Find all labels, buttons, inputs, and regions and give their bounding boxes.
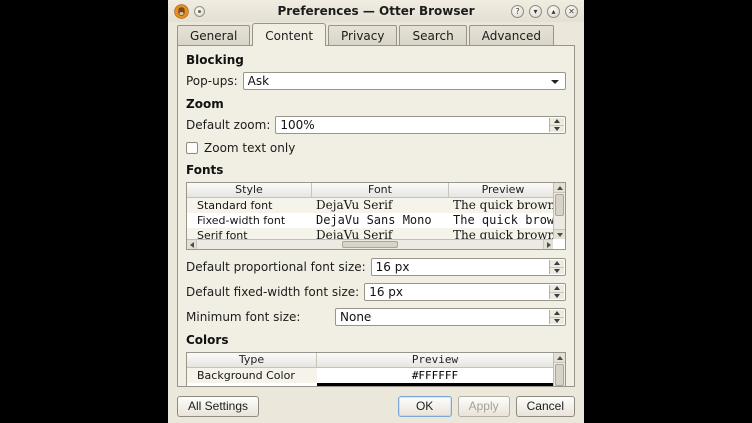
spinner-buttons[interactable] — [549, 310, 564, 324]
vscroll-thumb[interactable] — [555, 364, 564, 386]
default-zoom-spinner[interactable]: 100% — [275, 116, 566, 134]
spinner-buttons[interactable] — [549, 260, 564, 274]
spin-up-icon[interactable] — [554, 286, 560, 290]
hscroll-thumb[interactable] — [342, 241, 398, 248]
color-type-cell: Text Color — [187, 383, 317, 387]
color-preview-cell: #000000 — [317, 383, 553, 387]
cancel-button[interactable]: Cancel — [516, 396, 575, 417]
table-row[interactable]: Text Color #000000 — [187, 383, 553, 387]
font-name-cell: DejaVu Serif — [312, 198, 449, 213]
shade-icon[interactable]: ▾ — [529, 5, 542, 18]
fixed-width-size-value: 16 px — [369, 285, 403, 299]
spin-down-icon[interactable] — [554, 319, 560, 323]
spin-down-icon[interactable] — [554, 269, 560, 273]
titlebar-left — [174, 4, 264, 19]
font-preview-cell: The quick brown fo — [449, 198, 553, 213]
spinner-buttons[interactable] — [549, 285, 564, 299]
tab-privacy[interactable]: Privacy — [328, 25, 397, 45]
fonts-table-vscrollbar[interactable] — [553, 183, 565, 239]
spin-up-icon[interactable] — [554, 261, 560, 265]
window-title: Preferences — Otter Browser — [264, 4, 488, 18]
fonts-col-style[interactable]: Style — [187, 183, 312, 197]
table-row[interactable]: Fixed-width font DejaVu Sans Mono The qu… — [187, 213, 553, 228]
scroll-right-icon[interactable] — [547, 242, 551, 248]
scroll-left-icon[interactable] — [190, 242, 194, 248]
popups-select[interactable]: Ask — [243, 72, 566, 90]
chevron-down-icon — [551, 80, 559, 84]
minimum-size-spinner[interactable]: None — [335, 308, 566, 326]
colors-table-vscrollbar[interactable] — [553, 353, 565, 387]
font-style-cell: Serif font — [187, 228, 312, 239]
fonts-table[interactable]: Style Font Preview Standard font DejaVu … — [186, 182, 566, 250]
font-name-cell: DejaVu Sans Mono — [312, 213, 449, 228]
table-row[interactable]: Background Color #FFFFFF — [187, 368, 553, 383]
table-row[interactable]: Serif font DejaVu Serif The quick brown … — [187, 228, 553, 239]
colors-table-view: Type Preview Background Color #FFFFFF Te… — [187, 353, 553, 387]
zoom-heading: Zoom — [186, 97, 566, 111]
blocking-heading: Blocking — [186, 53, 566, 67]
dialog-footer: All Settings OK Apply Cancel — [168, 387, 584, 423]
fonts-col-preview[interactable]: Preview — [449, 183, 553, 197]
tab-advanced[interactable]: Advanced — [469, 25, 554, 45]
fonts-table-view: Style Font Preview Standard font DejaVu … — [187, 183, 553, 239]
vscroll-thumb[interactable] — [555, 194, 564, 216]
color-preview-cell: #FFFFFF — [317, 368, 553, 383]
zoom-text-only-label: Zoom text only — [204, 141, 295, 155]
popups-value: Ask — [248, 74, 269, 88]
tab-general[interactable]: General — [177, 25, 250, 45]
tab-search[interactable]: Search — [399, 25, 466, 45]
minimum-size-label: Minimum font size: — [186, 310, 330, 324]
font-style-cell: Standard font — [187, 198, 312, 213]
font-style-cell: Fixed-width font — [187, 213, 312, 228]
font-name-cell: DejaVu Serif — [312, 228, 449, 239]
preferences-dialog: Preferences — Otter Browser ? ▾ ▴ ✕ Gene… — [168, 0, 584, 423]
ok-button[interactable]: OK — [398, 396, 452, 417]
fonts-col-font[interactable]: Font — [312, 183, 449, 197]
tab-content[interactable]: Content — [252, 23, 326, 46]
window-menu-button[interactable] — [194, 6, 205, 17]
spin-up-icon[interactable] — [554, 311, 560, 315]
spin-up-icon[interactable] — [554, 119, 560, 123]
fonts-table-hscrollbar[interactable] — [187, 239, 553, 249]
apply-button[interactable]: Apply — [458, 396, 510, 417]
fonts-table-header[interactable]: Style Font Preview — [187, 183, 553, 198]
tab-bar: General Content Privacy Search Advanced — [168, 22, 584, 45]
unshade-icon[interactable]: ▴ — [547, 5, 560, 18]
titlebar-right: ? ▾ ▴ ✕ — [488, 5, 578, 18]
colors-table[interactable]: Type Preview Background Color #FFFFFF Te… — [186, 352, 566, 387]
font-preview-cell: The quick brown fo — [449, 228, 553, 239]
default-zoom-value: 100% — [280, 118, 314, 132]
proportional-size-value: 16 px — [376, 260, 410, 274]
content-panel: Blocking Pop-ups: Ask Zoom Default zoom:… — [177, 45, 575, 387]
spin-down-icon[interactable] — [554, 127, 560, 131]
colors-col-type[interactable]: Type — [187, 353, 317, 367]
proportional-size-spinner[interactable]: 16 px — [371, 258, 566, 276]
spin-down-icon[interactable] — [554, 294, 560, 298]
scroll-up-icon[interactable] — [557, 186, 563, 190]
zoom-text-only-checkbox[interactable] — [186, 142, 198, 154]
fixed-width-size-spinner[interactable]: 16 px — [364, 283, 566, 301]
proportional-size-label: Default proportional font size: — [186, 260, 366, 274]
colors-col-preview[interactable]: Preview — [317, 353, 553, 367]
font-preview-cell: The quick brown — [449, 213, 553, 228]
help-icon[interactable]: ? — [511, 5, 524, 18]
titlebar[interactable]: Preferences — Otter Browser ? ▾ ▴ ✕ — [168, 0, 584, 22]
otter-browser-icon — [174, 4, 189, 19]
scroll-down-icon[interactable] — [557, 233, 563, 237]
popups-label: Pop-ups: — [186, 74, 238, 88]
spinner-buttons[interactable] — [549, 118, 564, 132]
close-icon[interactable]: ✕ — [565, 5, 578, 18]
colors-heading: Colors — [186, 333, 566, 347]
colors-table-header[interactable]: Type Preview — [187, 353, 553, 368]
color-type-cell: Background Color — [187, 368, 317, 383]
table-row[interactable]: Standard font DejaVu Serif The quick bro… — [187, 198, 553, 213]
fixed-width-size-label: Default fixed-width font size: — [186, 285, 359, 299]
minimum-size-value: None — [340, 310, 371, 324]
fonts-heading: Fonts — [186, 163, 566, 177]
all-settings-button[interactable]: All Settings — [177, 396, 259, 417]
scroll-up-icon[interactable] — [557, 356, 563, 360]
default-zoom-label: Default zoom: — [186, 118, 270, 132]
